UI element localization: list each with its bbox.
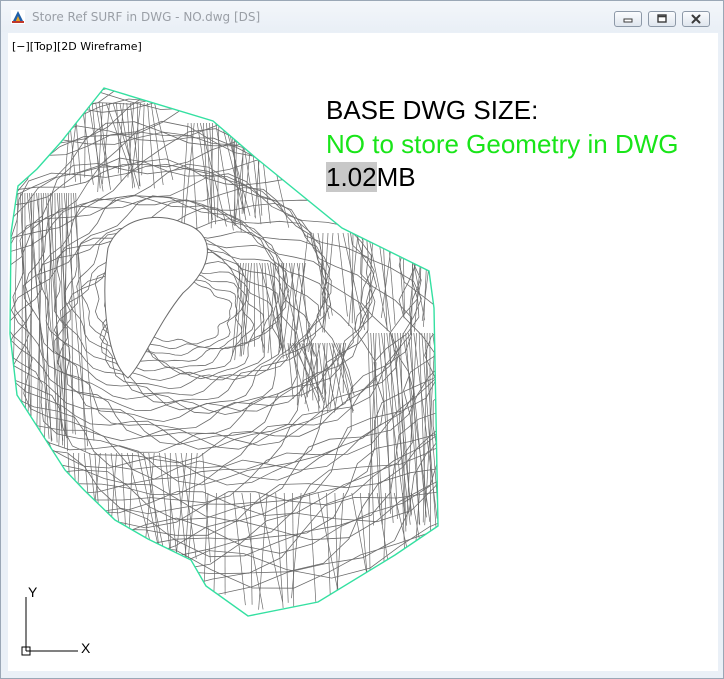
annotation-file-size: 1.02MB [326, 162, 416, 192]
window-title: Store Ref SURF in DWG - NO.dwg [DS] [32, 10, 261, 24]
ucs-y-label: Y [28, 585, 38, 600]
annotation-title: BASE DWG SIZE: [326, 95, 539, 125]
tin-edge [70, 192, 74, 434]
tin-edge [202, 452, 211, 563]
tin-edge [47, 192, 58, 443]
ucs-x-label: X [81, 640, 91, 656]
tin-edge [275, 492, 284, 609]
tin-edge [121, 452, 128, 560]
annotation-store-geometry: NO to store Geometry in DWG [326, 129, 679, 159]
maximize-button[interactable] [648, 11, 676, 27]
tin-edge [421, 232, 434, 322]
tin-edge [348, 232, 359, 326]
tin-edge [213, 492, 217, 599]
minimize-button[interactable] [614, 11, 642, 27]
tin-edge [309, 492, 317, 602]
close-button[interactable] [682, 11, 710, 27]
tin-edge [317, 232, 333, 316]
tin-edge [258, 122, 271, 224]
tin-edge [105, 452, 113, 573]
tin-edge [221, 122, 245, 214]
tin-edge [174, 452, 187, 569]
tin-edge [89, 452, 102, 560]
tin-edge [147, 102, 155, 189]
tin-edge [255, 122, 263, 216]
inner-pit-outline [104, 216, 208, 379]
tin-edge [368, 492, 371, 609]
tin-edge [241, 122, 244, 214]
contour-line [10, 88, 438, 571]
tin-edge [97, 102, 103, 193]
tin-edge [63, 102, 72, 189]
size-unit: MB [376, 162, 416, 192]
drawing-window: Store Ref SURF in DWG - NO.dwg [DS] [−][… [0, 0, 724, 679]
tin-edge [233, 492, 246, 606]
tin-edge [11, 192, 19, 439]
tin-edge [351, 492, 375, 613]
tin-edge [387, 232, 396, 325]
tin-edge [76, 452, 80, 563]
tin-edge [184, 452, 193, 567]
title-bar[interactable]: Store Ref SURF in DWG - NO.dwg [DS] [1, 1, 723, 32]
tin-edge [351, 232, 354, 324]
tin-edge [410, 492, 420, 609]
ucs-icon: Y X [21, 585, 91, 656]
maximize-icon [657, 14, 667, 23]
minimize-icon [623, 18, 633, 23]
model-viewport[interactable]: [−][Top][2D Wireframe] BASE DWG SIZE: NO… [8, 33, 718, 671]
tin-edge [359, 492, 371, 608]
tin-edge [359, 232, 364, 328]
tin-edge [142, 452, 155, 567]
tin-edge [397, 232, 405, 319]
selected-size-value[interactable]: 1.02 [326, 162, 377, 192]
tin-edge [87, 452, 101, 564]
tin-edge [24, 192, 27, 450]
autocad-app-icon [11, 10, 25, 24]
tin-edge [283, 492, 289, 603]
close-icon [691, 14, 701, 24]
tin-edge [206, 122, 213, 217]
tin-edge [243, 122, 253, 214]
tin-edge [154, 102, 174, 180]
tin-edge [84, 102, 86, 178]
tin-edge [190, 122, 198, 232]
